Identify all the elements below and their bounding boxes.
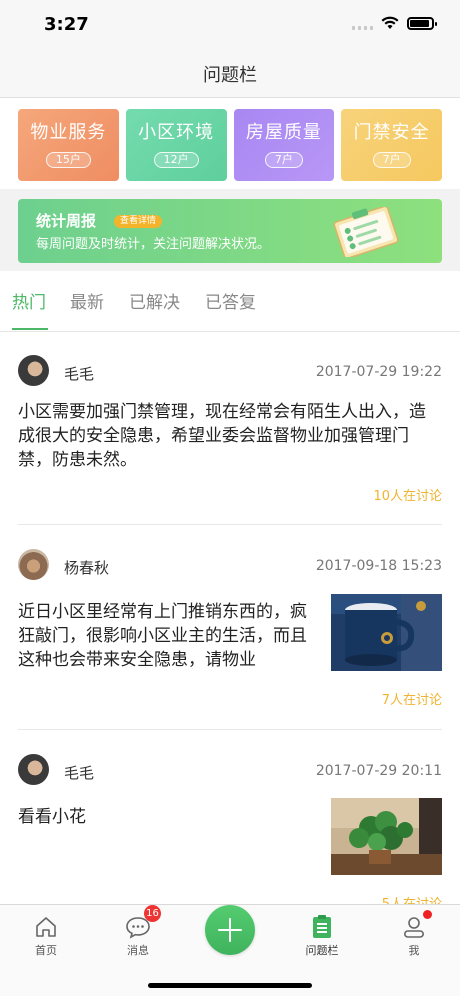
category-card-property-service[interactable]: 物业服务 15户 [18, 109, 119, 181]
status-icons [352, 16, 437, 30]
wifi-icon [381, 16, 399, 29]
weekly-report-section: 统计周报 查看详情 每周问题及时统计，关注问题解决状况。 [0, 189, 460, 271]
weekly-report-description: 每周问题及时统计，关注问题解决状况。 [36, 237, 271, 252]
clipboard-icon [333, 207, 399, 257]
avatar[interactable] [18, 549, 49, 580]
navigation-bar: 问题栏 [0, 50, 460, 98]
post-timestamp: 2017-07-29 19:22 [315, 364, 442, 380]
post-content: 近日小区里经常有上门推销东西的，疯狂敲门，很影响小区业主的生活，而且这种也会带来… [18, 602, 307, 670]
category-card-housing-quality[interactable]: 房屋质量 7户 [233, 109, 335, 181]
post-timestamp: 2017-07-29 20:11 [315, 763, 442, 779]
tab-issues-label: 问题栏 [305, 944, 339, 957]
category-count: 15户 [45, 152, 91, 168]
tab-answered[interactable]: 已答复 [205, 288, 256, 313]
post-image-mug[interactable] [331, 594, 442, 671]
message-count-badge: 16 [144, 905, 161, 922]
battery-icon [407, 16, 437, 30]
category-label: 门禁安全 [353, 122, 430, 143]
feed-tabs: 热门 最新 已解决 已答复 [0, 271, 460, 332]
tab-resolved[interactable]: 已解决 [129, 288, 180, 313]
mug-photo-icon [331, 594, 442, 671]
category-card-access-security[interactable]: 门禁安全 7户 [341, 109, 442, 181]
home-icon [36, 917, 56, 937]
category-grid: 物业服务 15户 小区环境 12户 房屋质量 7户 门禁安全 7户 [18, 109, 442, 181]
weekly-report-title: 统计周报 [36, 212, 97, 230]
category-card-environment[interactable]: 小区环境 12户 [125, 109, 227, 181]
post-username[interactable]: 杨春秋 [64, 557, 109, 578]
home-indicator [148, 983, 312, 988]
tab-messages-label: 消息 [127, 944, 149, 957]
category-count: 7户 [264, 152, 303, 168]
view-details-badge[interactable]: 查看详情 [114, 215, 163, 228]
avatar[interactable] [18, 754, 49, 785]
divider [18, 729, 442, 730]
notification-dot [423, 910, 432, 919]
post-content: 看看小花 [18, 807, 86, 827]
category-label: 小区环境 [138, 122, 215, 143]
category-count: 7户 [372, 152, 411, 168]
post-content: 小区需要加强门禁管理，现在经常会有陌生人出入，造成很大的安全隐患，希望业委会监督… [18, 402, 426, 470]
category-label: 房屋质量 [245, 122, 322, 143]
avatar[interactable] [18, 355, 49, 386]
status-time: 3:27 [44, 14, 89, 35]
post-timestamp: 2017-09-18 15:23 [315, 558, 442, 574]
add-issue-button[interactable] [205, 905, 255, 955]
discussion-count: 7人在讨论 [381, 693, 442, 708]
cellular-signal-icon [352, 16, 373, 30]
tab-home[interactable]: 首页 [0, 905, 92, 965]
tab-issues[interactable]: 问题栏 [276, 905, 368, 965]
plant-photo-icon [331, 798, 442, 875]
post-username[interactable]: 毛毛 [64, 762, 94, 783]
tab-me-label: 我 [408, 944, 420, 957]
page-title: 问题栏 [203, 64, 257, 86]
status-bar: 3:27 [0, 0, 460, 50]
active-tab-indicator [12, 328, 48, 330]
post-image-plant[interactable] [331, 798, 442, 875]
category-label: 物业服务 [30, 122, 107, 143]
issue-list-icon [313, 915, 331, 938]
tab-home-label: 首页 [35, 944, 57, 957]
discussion-count: 10人在讨论 [373, 489, 442, 504]
tab-messages[interactable]: 消息 [92, 905, 184, 965]
tab-hot[interactable]: 热门 [12, 288, 46, 313]
user-icon [403, 917, 424, 938]
post-username[interactable]: 毛毛 [64, 363, 94, 384]
category-count: 12户 [153, 152, 199, 168]
tab-latest[interactable]: 最新 [70, 288, 104, 313]
tab-me[interactable]: 我 [368, 905, 460, 965]
divider [18, 524, 442, 525]
weekly-report-banner[interactable]: 统计周报 查看详情 每周问题及时统计，关注问题解决状况。 [18, 199, 442, 263]
